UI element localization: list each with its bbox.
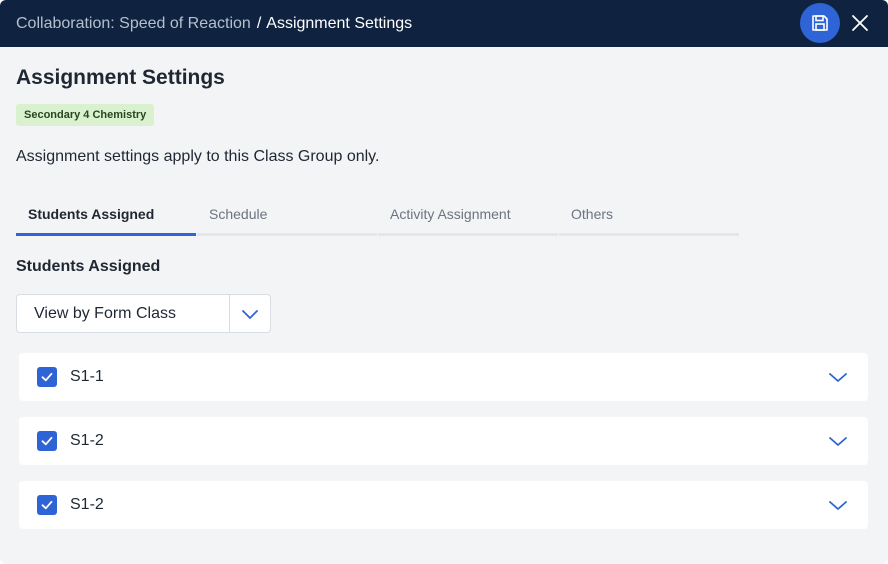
breadcrumb-current: Assignment Settings bbox=[266, 14, 413, 32]
tab-label: Students Assigned bbox=[28, 206, 155, 222]
select-divider bbox=[229, 295, 230, 332]
assignment-settings-modal: Collaboration: Speed of Reaction / Assig… bbox=[0, 0, 888, 564]
breadcrumb-parent[interactable]: Collaboration: Speed of Reaction bbox=[16, 15, 251, 33]
tab-underline bbox=[378, 233, 558, 236]
check-icon bbox=[41, 436, 53, 446]
tab-schedule[interactable]: Schedule bbox=[197, 200, 377, 236]
tab-label: Activity Assignment bbox=[390, 206, 511, 222]
close-button[interactable] bbox=[848, 11, 872, 35]
tab-label: Schedule bbox=[209, 206, 268, 222]
class-row[interactable]: S1-2 bbox=[19, 417, 868, 465]
check-icon bbox=[41, 500, 53, 510]
breadcrumb-separator: / bbox=[256, 14, 262, 32]
save-button[interactable] bbox=[800, 3, 840, 43]
chevron-down-icon[interactable] bbox=[828, 369, 848, 385]
tab-others[interactable]: Others bbox=[559, 200, 739, 236]
close-icon bbox=[852, 15, 868, 31]
title-bar: Collaboration: Speed of Reaction / Assig… bbox=[0, 0, 888, 47]
class-checkbox[interactable] bbox=[37, 431, 57, 451]
tab-underline bbox=[559, 233, 739, 236]
class-checkbox[interactable] bbox=[37, 367, 57, 387]
class-group-badge: Secondary 4 Chemistry bbox=[16, 104, 155, 126]
class-label: S1-2 bbox=[70, 496, 104, 513]
tab-activity-assignment[interactable]: Activity Assignment bbox=[378, 200, 558, 236]
class-row[interactable]: S1-1 bbox=[19, 353, 868, 401]
view-by-select[interactable]: View by Form Class bbox=[16, 294, 271, 333]
select-value: View by Form Class bbox=[34, 305, 176, 322]
section-title: Students Assigned bbox=[16, 258, 161, 275]
breadcrumb: Collaboration: Speed of Reaction / Assig… bbox=[16, 0, 412, 47]
chevron-down-icon[interactable] bbox=[828, 433, 848, 449]
page-title: Assignment Settings bbox=[16, 66, 225, 89]
class-label: S1-2 bbox=[70, 432, 104, 449]
settings-tabs: Students Assigned Schedule Activity Assi… bbox=[16, 200, 739, 236]
save-icon bbox=[812, 15, 828, 31]
tab-underline bbox=[16, 233, 196, 236]
tab-label: Others bbox=[571, 206, 614, 222]
chevron-down-icon bbox=[242, 310, 258, 319]
class-row[interactable]: S1-2 bbox=[19, 481, 868, 529]
class-checkbox[interactable] bbox=[37, 495, 57, 515]
tab-underline bbox=[197, 233, 377, 236]
class-label: S1-1 bbox=[70, 368, 104, 385]
settings-description: Assignment settings apply to this Class … bbox=[16, 148, 380, 165]
check-icon bbox=[41, 372, 53, 382]
chevron-down-icon[interactable] bbox=[828, 497, 848, 513]
tab-students-assigned[interactable]: Students Assigned bbox=[16, 200, 196, 236]
